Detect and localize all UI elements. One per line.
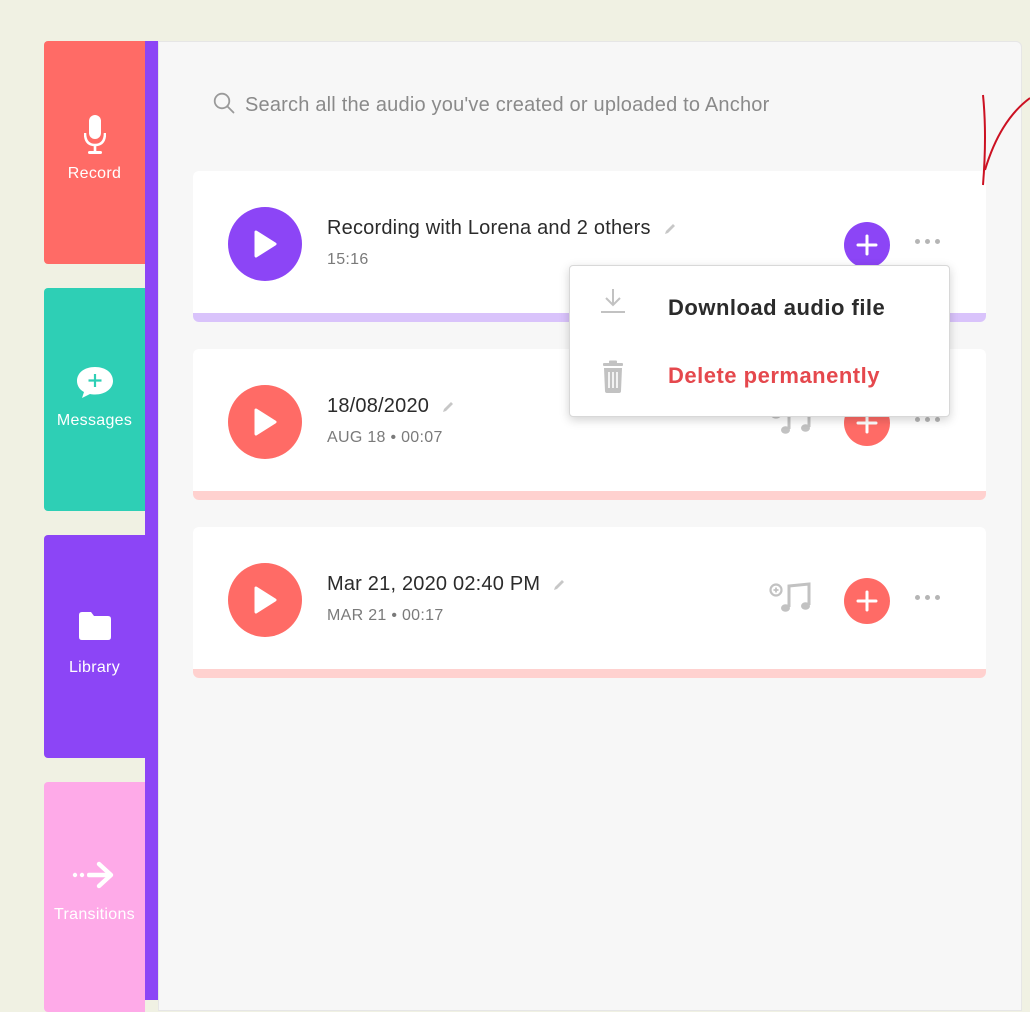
microphone-icon: [44, 115, 145, 155]
add-music-icon[interactable]: [769, 581, 817, 620]
recording-title-text: Recording with Lorena and 2 others: [327, 217, 651, 239]
recording-meta: 15:16: [327, 251, 369, 268]
download-icon: [598, 286, 628, 321]
download-audio-label: Download audio file: [668, 295, 886, 320]
delete-permanently-menu-item[interactable]: Delete permanently: [570, 346, 949, 406]
sidebar-item-messages[interactable]: Messages: [44, 288, 145, 511]
more-options-icon[interactable]: [915, 239, 940, 244]
recording-title-text: Mar 21, 2020 02:40 PM: [327, 573, 541, 595]
folder-icon: [44, 611, 145, 641]
arrow-right-icon: [44, 861, 145, 889]
search-icon: [213, 92, 235, 119]
play-icon: [254, 408, 277, 436]
sidebar-item-label: Library: [68, 659, 120, 676]
add-to-episode-button[interactable]: [844, 578, 890, 624]
more-options-icon[interactable]: [915, 417, 940, 422]
recording-title[interactable]: Mar 21, 2020 02:40 PM: [327, 573, 566, 596]
recording-title[interactable]: Recording with Lorena and 2 others: [327, 217, 677, 240]
delete-permanently-label: Delete permanently: [668, 363, 880, 388]
search-bar[interactable]: Search all the audio you've created or u…: [213, 92, 769, 119]
sidebar-item-label: Transitions: [54, 906, 135, 923]
edit-pencil-icon[interactable]: [552, 578, 566, 592]
recording-title[interactable]: 18/08/2020: [327, 395, 455, 418]
edit-pencil-icon[interactable]: [441, 400, 455, 414]
trash-icon: [598, 360, 628, 399]
sidebar-accent-bar: [145, 41, 158, 1000]
recording-title-text: 18/08/2020: [327, 395, 430, 417]
add-to-episode-button[interactable]: [844, 222, 890, 268]
download-audio-menu-item[interactable]: Download audio file: [570, 278, 949, 338]
sidebar-item-label: Messages: [56, 412, 133, 429]
search-input[interactable]: Search all the audio you've created or u…: [245, 94, 769, 117]
edit-pencil-icon[interactable]: [663, 222, 677, 236]
sidebar-item-library[interactable]: Library: [44, 535, 145, 758]
recording-options-menu: Download audio file Delete permanently: [569, 265, 950, 417]
play-button[interactable]: [228, 385, 302, 459]
sidebar-item-label: Record: [67, 165, 122, 182]
more-options-icon[interactable]: [915, 595, 940, 600]
play-icon: [254, 586, 277, 614]
recording-meta: AUG 18 • 00:07: [327, 429, 443, 446]
play-button[interactable]: [228, 563, 302, 637]
recording-card: Mar 21, 2020 02:40 PM MAR 21 • 00:17: [193, 527, 986, 678]
card-progress-bar: [193, 491, 986, 500]
sidebar-item-transitions[interactable]: Transitions: [44, 782, 145, 1012]
message-plus-icon: [44, 365, 145, 399]
play-icon: [254, 230, 277, 258]
card-progress-bar: [193, 669, 986, 678]
plus-icon: [856, 234, 878, 256]
recording-meta: MAR 21 • 00:17: [327, 607, 444, 624]
play-button[interactable]: [228, 207, 302, 281]
sidebar-item-record[interactable]: Record: [44, 41, 145, 264]
plus-icon: [856, 590, 878, 612]
annotation-arrow-icon: [975, 90, 1030, 195]
